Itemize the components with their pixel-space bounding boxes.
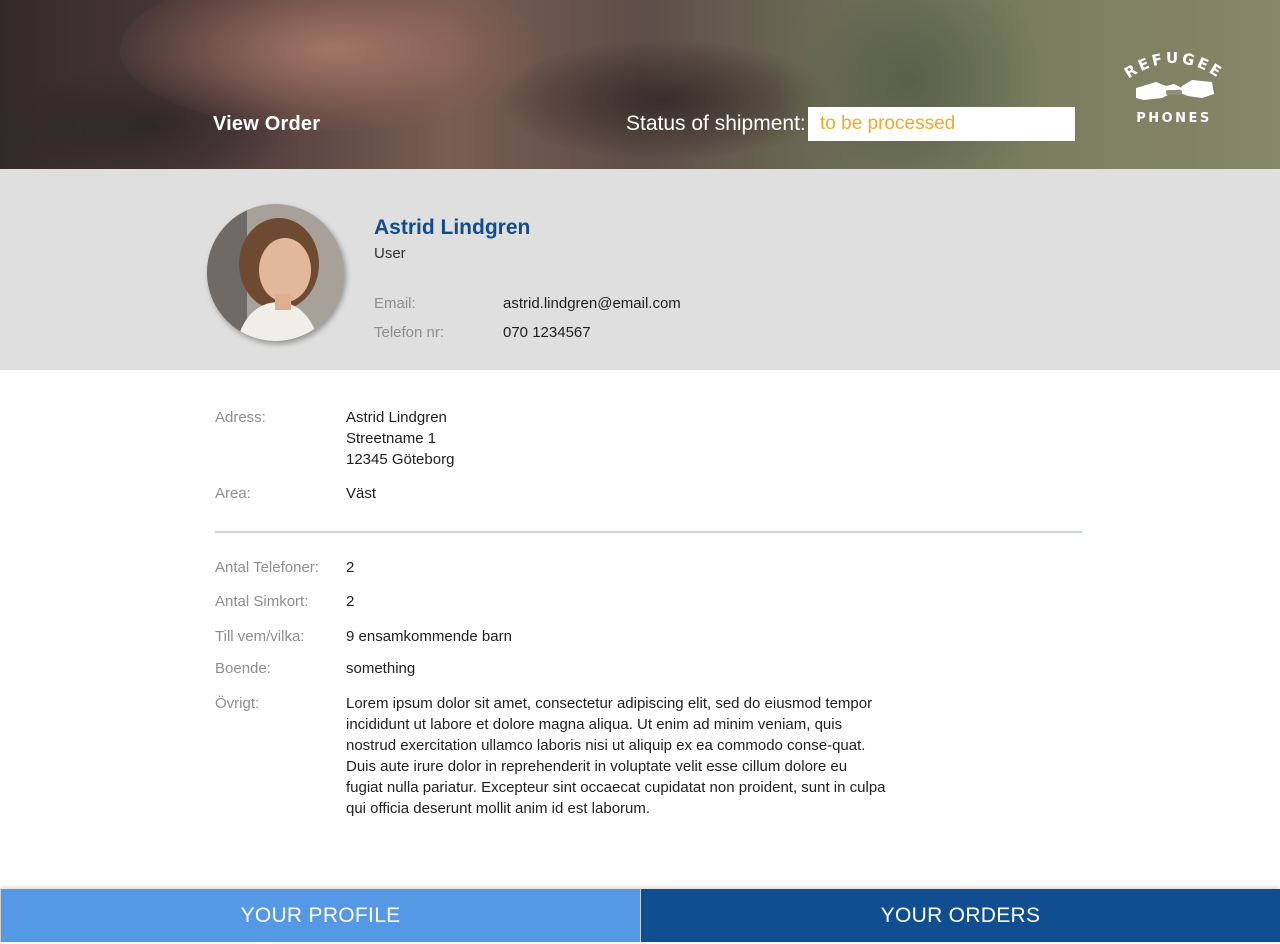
shipment-status-label: Status of shipment: (626, 112, 806, 135)
svg-text:REFUGEE: REFUGEE (1122, 49, 1226, 82)
phone-value: 070 1234567 (503, 324, 591, 341)
handshake-icon (1136, 80, 1214, 100)
other-value: Lorem ipsum dolor sit amet, consectetur … (346, 695, 886, 817)
email-label: Email: (374, 295, 416, 312)
email-value: astrid.lindgren@email.com (503, 295, 681, 312)
area-value: Väst (346, 485, 377, 502)
sim-count-value: 2 (346, 593, 355, 610)
refugee-phones-logo: REFUGEE PHONES (1122, 49, 1226, 126)
housing-label: Boende: (215, 660, 271, 677)
avatar (207, 204, 344, 341)
area-label: Area: (215, 485, 251, 502)
address-line-1: Astrid Lindgren (346, 409, 447, 426)
housing-value: something (346, 660, 416, 677)
phones-count-label: Antal Telefoner: (215, 559, 319, 576)
your-orders-button[interactable]: YOUR ORDERS (641, 889, 1280, 942)
divider (215, 531, 1082, 533)
phones-count-value: 2 (346, 559, 355, 576)
header-banner (0, 0, 1280, 169)
other-label: Övrigt: (215, 695, 260, 712)
address-label: Adress: (215, 409, 266, 426)
address-line-3: 12345 Göteborg (346, 451, 455, 468)
shipment-status-field[interactable] (808, 107, 1075, 141)
user-name: Astrid Lindgren (374, 216, 531, 239)
address-value: Astrid Lindgren Streetname 1 12345 Göteb… (346, 407, 454, 470)
logo-text-top: REFUGEE (1122, 49, 1224, 82)
logo-text-bottom: PHONES (1136, 111, 1212, 126)
phone-label: Telefon nr: (374, 324, 445, 341)
profile-section (0, 169, 1280, 370)
page-title: View Order (213, 113, 321, 135)
your-profile-button[interactable]: YOUR PROFILE (0, 889, 641, 942)
user-role: User (374, 245, 406, 262)
address-line-2: Streetname 1 (346, 430, 437, 447)
bottom-nav: YOUR PROFILE YOUR ORDERS (0, 889, 1280, 944)
recipient-label: Till vem/vilka: (215, 628, 305, 645)
recipient-value: 9 ensamkommende barn (346, 628, 512, 645)
sim-count-label: Antal Simkort: (215, 593, 309, 610)
